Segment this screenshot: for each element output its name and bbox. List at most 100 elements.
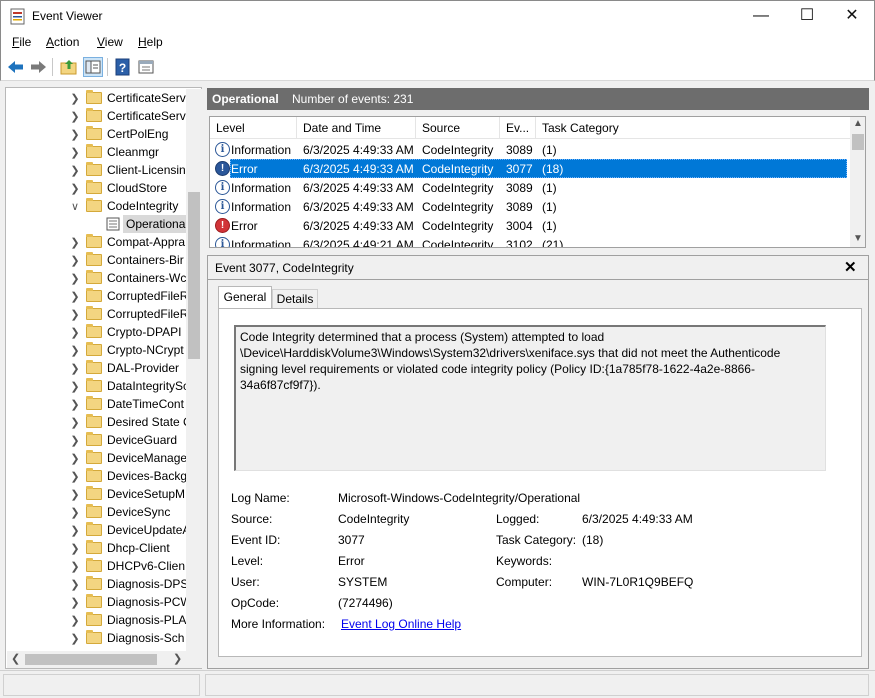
chevron-right-icon[interactable]: ❯ — [69, 578, 81, 591]
chevron-right-icon[interactable]: ❯ — [69, 452, 81, 465]
events-scroll-thumb[interactable] — [852, 134, 864, 150]
event-row[interactable]: i Information 6/3/2025 4:49:21 AM CodeInteg… — [210, 235, 850, 247]
chevron-right-icon[interactable]: ❯ — [69, 272, 81, 285]
tree-item[interactable]: ❯ Cleanmgr — [6, 143, 186, 161]
tree-item[interactable]: ❯ Diagnosis-DPS — [6, 575, 186, 593]
tree-item[interactable]: ❯ CertificateServ — [6, 107, 186, 125]
tree-item[interactable]: ❯ Devices-Backg — [6, 467, 186, 485]
tree-item[interactable]: ❯ DeviceSetupM — [6, 485, 186, 503]
tree-hscroll-thumb[interactable] — [25, 654, 157, 665]
event-row[interactable]: ! Error 6/3/2025 4:49:33 AM CodeIntegrity 30… — [210, 159, 850, 178]
tree-item[interactable]: ❯ DAL-Provider — [6, 359, 186, 377]
chevron-right-icon[interactable]: ❯ — [69, 542, 81, 555]
chevron-right-icon[interactable]: ❯ — [69, 434, 81, 447]
events-list[interactable]: Level Date and Time Source Ev... Task Ca… — [209, 116, 866, 248]
maximize-button[interactable]: ☐ — [784, 1, 830, 32]
chevron-right-icon[interactable]: ❯ — [69, 596, 81, 609]
tree-item[interactable]: ❯ DeviceUpdateA — [6, 521, 186, 539]
scroll-left-icon[interactable]: ❮ — [11, 652, 20, 665]
chevron-right-icon[interactable]: ❯ — [69, 632, 81, 645]
tab-general[interactable]: General — [218, 286, 272, 309]
chevron-right-icon[interactable]: ❯ — [69, 236, 81, 249]
tree-item[interactable]: ❯ DeviceSync — [6, 503, 186, 521]
chevron-right-icon[interactable]: ❯ — [69, 506, 81, 519]
scroll-up-icon[interactable]: ▲ — [853, 118, 863, 129]
scroll-right-icon[interactable]: ❯ — [173, 652, 182, 665]
menu-file[interactable]: File — [12, 35, 31, 49]
tree-scroll-thumb[interactable] — [188, 192, 200, 359]
tree-item[interactable]: ∨ CodeIntegrity — [6, 197, 186, 215]
help-icon[interactable]: ? — [113, 57, 133, 77]
tree-item[interactable]: ❯ DHCPv6-Clien — [6, 557, 186, 575]
tree-item[interactable]: ❯ DateTimeCont — [6, 395, 186, 413]
tree-item[interactable]: ❯ DeviceManage — [6, 449, 186, 467]
tree-horizontal-scrollbar[interactable]: ❮ ❯ — [7, 651, 202, 668]
chevron-right-icon[interactable]: ❯ — [69, 560, 81, 573]
tree-item[interactable]: ❯ Desired State C — [6, 413, 186, 431]
chevron-right-icon[interactable]: ❯ — [69, 110, 81, 123]
column-header-date[interactable]: Date and Time — [297, 117, 416, 139]
forward-arrow-icon[interactable] — [28, 57, 48, 77]
tree-item[interactable]: ❯ Diagnosis-PLA — [6, 611, 186, 629]
menu-view[interactable]: View — [97, 35, 123, 49]
chevron-right-icon[interactable]: ❯ — [69, 398, 81, 411]
chevron-right-icon[interactable]: ❯ — [69, 128, 81, 141]
back-arrow-icon[interactable] — [6, 57, 26, 77]
chevron-right-icon[interactable]: ❯ — [69, 488, 81, 501]
tree-item[interactable]: ❯ Containers-Bir — [6, 251, 186, 269]
tree-item[interactable]: ❯ Client-Licensin — [6, 161, 186, 179]
chevron-right-icon[interactable]: ❯ — [69, 92, 81, 105]
events-vertical-scrollbar[interactable]: ▲ ▼ — [850, 117, 865, 247]
chevron-right-icon[interactable]: ❯ — [69, 146, 81, 159]
menu-help[interactable]: Help — [138, 35, 163, 49]
tree-item[interactable]: ❯ CertificateServ — [6, 89, 186, 107]
column-header-task-category[interactable]: Task Category — [536, 117, 850, 139]
properties-icon[interactable] — [136, 57, 156, 77]
detail-close-icon[interactable]: ✕ — [844, 258, 857, 276]
chevron-right-icon[interactable]: ❯ — [69, 614, 81, 627]
tree-item[interactable]: ❯ CorruptedFileR — [6, 305, 186, 323]
tree-item[interactable]: ❯ Containers-Wc — [6, 269, 186, 287]
tree-vertical-scrollbar[interactable] — [186, 89, 202, 651]
chevron-right-icon[interactable]: ❯ — [69, 470, 81, 483]
column-header-level[interactable]: Level — [210, 117, 297, 139]
scroll-down-icon[interactable]: ▼ — [853, 233, 863, 244]
tree-item[interactable]: ❯ Dhcp-Client — [6, 539, 186, 557]
chevron-down-icon[interactable]: ∨ — [69, 200, 81, 213]
chevron-right-icon[interactable]: ❯ — [69, 524, 81, 537]
event-row[interactable]: ! Error 6/3/2025 4:49:33 AM CodeIntegrity 30… — [210, 216, 850, 235]
chevron-right-icon[interactable]: ❯ — [69, 380, 81, 393]
tree-item-operational[interactable]: Operationa — [6, 215, 186, 233]
tree-item[interactable]: ❯ Diagnosis-PCW — [6, 593, 186, 611]
tab-details[interactable]: Details — [272, 289, 318, 309]
event-row[interactable]: i Information 6/3/2025 4:49:33 AM CodeInteg… — [210, 140, 850, 159]
event-row[interactable]: i Information 6/3/2025 4:49:33 AM CodeInteg… — [210, 197, 850, 216]
show-hide-tree-icon[interactable] — [83, 57, 103, 77]
column-header-source[interactable]: Source — [416, 117, 500, 139]
tree-item[interactable]: ❯ DeviceGuard — [6, 431, 186, 449]
chevron-right-icon[interactable]: ❯ — [69, 254, 81, 267]
chevron-right-icon[interactable]: ❯ — [69, 308, 81, 321]
menu-action[interactable]: Action — [46, 35, 79, 49]
tree-item[interactable]: ❯ DataIntegritySc — [6, 377, 186, 395]
chevron-right-icon[interactable]: ❯ — [69, 182, 81, 195]
tree-item[interactable]: ❯ Crypto-NCrypt — [6, 341, 186, 359]
tree-item[interactable]: ❯ CorruptedFileR — [6, 287, 186, 305]
column-header-event-id[interactable]: Ev... — [500, 117, 536, 139]
tree-item[interactable]: ❯ CertPolEng — [6, 125, 186, 143]
close-button[interactable]: ✕ — [829, 1, 875, 32]
chevron-right-icon[interactable]: ❯ — [69, 290, 81, 303]
chevron-right-icon[interactable]: ❯ — [69, 164, 81, 177]
chevron-right-icon[interactable]: ❯ — [69, 362, 81, 375]
event-row[interactable]: i Information 6/3/2025 4:49:33 AM CodeInteg… — [210, 178, 850, 197]
up-folder-icon[interactable] — [59, 57, 79, 77]
tree-item[interactable]: ❯ CloudStore — [6, 179, 186, 197]
chevron-right-icon[interactable]: ❯ — [69, 326, 81, 339]
navigation-tree[interactable]: ❯ CertificateServ ❯ CertificateServ ❯ CertPol… — [5, 87, 202, 669]
tree-item[interactable]: ❯ Compat-Appra — [6, 233, 186, 251]
event-log-online-help-link[interactable]: Event Log Online Help — [341, 617, 461, 631]
tree-item[interactable]: ❯ Diagnosis-Sch — [6, 629, 186, 647]
tree-item[interactable]: ❯ Crypto-DPAPI — [6, 323, 186, 341]
chevron-right-icon[interactable]: ❯ — [69, 416, 81, 429]
event-description-box[interactable]: Code Integrity determined that a process… — [234, 325, 826, 471]
